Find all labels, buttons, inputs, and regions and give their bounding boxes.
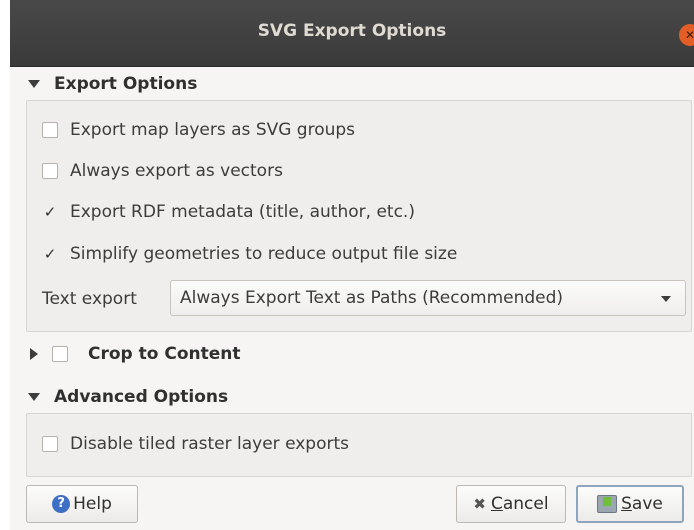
checkbox-label: Simplify geometries to reduce output fil…	[70, 244, 458, 264]
expand-arrow-icon[interactable]	[30, 348, 38, 360]
export-layers-as-groups-checkbox[interactable]: Export map layers as SVG groups	[42, 117, 355, 143]
close-icon[interactable]: ✕	[679, 24, 694, 46]
dialog-title: SVG Export Options	[257, 21, 447, 41]
help-button-label: Help	[73, 494, 112, 514]
simplify-geometries-checkbox[interactable]: ✓ Simplify geometries to reduce output f…	[42, 241, 458, 267]
svg-export-dialog: SVG Export Options ✕ Export Options Expo…	[10, 0, 694, 530]
cancel-button-label: Cancel	[490, 494, 549, 514]
export-options-header[interactable]: Export Options	[26, 72, 197, 96]
checkbox-box[interactable]	[42, 163, 58, 179]
crop-to-content-header[interactable]: Crop to Content	[26, 342, 241, 366]
export-options-title: Export Options	[54, 74, 198, 94]
cancel-button[interactable]: ✖ Cancel	[456, 485, 566, 523]
disable-tiled-raster-checkbox[interactable]: Disable tiled raster layer exports	[42, 431, 349, 457]
checkbox-box[interactable]	[42, 436, 58, 452]
checkbox-box[interactable]	[42, 122, 58, 138]
crop-to-content-checkbox[interactable]	[52, 346, 68, 362]
advanced-options-header[interactable]: Advanced Options	[26, 385, 228, 409]
expand-arrow-icon[interactable]	[28, 393, 40, 401]
checkbox-label: Export map layers as SVG groups	[70, 120, 356, 140]
text-export-label: Text export	[42, 289, 137, 309]
checkmark-icon[interactable]: ✓	[42, 246, 58, 262]
help-icon: ?	[52, 495, 71, 513]
cancel-icon: ✖	[473, 495, 486, 513]
text-export-selected-value: Always Export Text as Paths (Recommended…	[180, 288, 564, 308]
advanced-options-title: Advanced Options	[54, 387, 229, 407]
crop-to-content-title: Crop to Content	[88, 344, 241, 364]
expand-arrow-icon[interactable]	[28, 80, 40, 88]
save-button-label: Save	[621, 494, 663, 514]
title-bar[interactable]: SVG Export Options ✕	[10, 0, 694, 67]
export-rdf-metadata-checkbox[interactable]: ✓ Export RDF metadata (title, author, et…	[42, 199, 415, 225]
checkbox-label: Always export as vectors	[70, 161, 283, 181]
always-export-vectors-checkbox[interactable]: Always export as vectors	[42, 158, 283, 184]
text-export-select[interactable]: Always Export Text as Paths (Recommended…	[170, 280, 686, 316]
checkbox-label: Disable tiled raster layer exports	[70, 434, 349, 454]
save-icon	[597, 495, 618, 513]
save-button[interactable]: Save	[576, 485, 684, 523]
help-button[interactable]: ? Help	[26, 485, 138, 523]
chevron-down-icon[interactable]	[661, 296, 671, 302]
checkbox-label: Export RDF metadata (title, author, etc.…	[70, 202, 415, 222]
checkmark-icon[interactable]: ✓	[42, 204, 58, 220]
